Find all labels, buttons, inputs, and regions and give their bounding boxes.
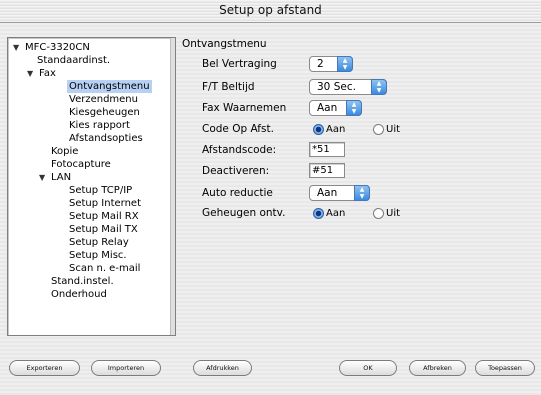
tree-item-label: Scan n. e-mail	[69, 263, 141, 274]
triangle-down-icon[interactable]: ▼	[39, 171, 45, 184]
tree-item-setup-misc[interactable]: Setup Misc.	[8, 249, 169, 262]
tree-item-setup-relay[interactable]: Setup Relay	[8, 236, 169, 249]
geheugen-ontv-uit-radio[interactable]	[373, 208, 384, 219]
ft-beltijd-popup[interactable]: 30 Sec. ▲ ▼	[309, 79, 387, 95]
up-down-arrows-icon: ▲ ▼	[346, 100, 362, 116]
tree-item-label: Kiesgeheugen	[69, 107, 140, 118]
import-button[interactable]: Importeren	[91, 360, 161, 376]
fax-waarnemen-label: Fax Waarnemen	[202, 102, 287, 114]
tree-item-label: Fotocapture	[51, 159, 111, 170]
section-title: Ontvangstmenu	[182, 38, 267, 50]
tree-item-scan-n-e-mail[interactable]: Scan n. e-mail	[8, 262, 169, 275]
ft-beltijd-value: 30 Sec.	[317, 81, 356, 93]
geheugen-ontv-aan-label: Aan	[326, 208, 346, 219]
code-op-afst-aan-radio[interactable]	[313, 124, 324, 135]
tree-item-label: MFC-3320CN	[25, 42, 90, 53]
geheugen-ontv-uit-label: Uit	[386, 208, 401, 219]
tree-item-label: Stand.instel.	[51, 276, 114, 287]
tree-item-label: Standaardinst.	[37, 55, 111, 66]
tree-item-label: Setup Internet	[69, 198, 141, 209]
tree-item-ontvangstmenu[interactable]: Ontvangstmenu	[8, 80, 169, 93]
fax-waarnemen-popup[interactable]: Aan ▲ ▼	[309, 100, 362, 116]
tree-item-onderhoud[interactable]: Onderhoud	[8, 288, 169, 301]
tree-item-label: Fax	[39, 68, 56, 79]
tree-item-stand-instel[interactable]: Stand.instel.	[8, 275, 169, 288]
print-button[interactable]: Afdrukken	[193, 360, 252, 376]
tree-item-label: Kies rapport	[69, 120, 130, 131]
code-op-afst-aan-label: Aan	[326, 124, 346, 135]
tree-item-label: Setup TCP/IP	[69, 185, 133, 196]
tree-item-kopie[interactable]: Kopie	[8, 145, 169, 158]
tree-item-setup-mail-rx[interactable]: Setup Mail RX	[8, 210, 169, 223]
tree-item-label: Setup Mail TX	[69, 224, 138, 235]
tree-scrollbar[interactable]	[170, 38, 175, 335]
tree-item-label: Setup Relay	[69, 237, 129, 248]
up-down-arrows-icon: ▲ ▼	[337, 56, 353, 72]
title-bar[interactable]: Setup op afstand	[0, 0, 541, 23]
triangle-down-icon[interactable]: ▼	[27, 67, 33, 80]
apply-button[interactable]: Toepassen	[475, 360, 535, 376]
afstandscode-input[interactable]	[312, 143, 346, 156]
afstandscode-field[interactable]	[309, 142, 346, 157]
auto-reductie-popup[interactable]: Aan ▲ ▼	[309, 185, 370, 201]
window-content: ▼ MFC-3320CN Standaardinst. ▼ Fax Ontvan…	[0, 23, 541, 395]
tree-item-label: Setup Mail RX	[69, 211, 139, 222]
deactiveren-field[interactable]	[309, 163, 346, 178]
settings-tree[interactable]: ▼ MFC-3320CN Standaardinst. ▼ Fax Ontvan…	[7, 37, 176, 336]
ft-beltijd-label: F/T Beltijd	[202, 81, 255, 93]
tree-item-setup-internet[interactable]: Setup Internet	[8, 197, 169, 210]
export-button[interactable]: Exporteren	[9, 360, 80, 376]
tree-item-label: Verzendmenu	[69, 94, 138, 105]
tree-item-label: Setup Misc.	[69, 250, 127, 261]
tree-item-kies-rapport[interactable]: Kies rapport	[8, 119, 169, 132]
bel-vertraging-value: 2	[317, 58, 324, 70]
tree-item-fotocapture[interactable]: Fotocapture	[8, 158, 169, 171]
code-op-afst-uit-radio[interactable]	[373, 124, 384, 135]
setup-window: Setup op afstand ▼ MFC-3320CN Standaardi…	[0, 0, 541, 395]
auto-reductie-label: Auto reductie	[202, 187, 273, 199]
tree-item-mfc-3320cn[interactable]: ▼ MFC-3320CN	[8, 41, 169, 54]
tree-item-label: Onderhoud	[51, 289, 107, 300]
auto-reductie-value: Aan	[317, 187, 338, 199]
up-down-arrows-icon: ▲ ▼	[371, 79, 387, 95]
tree-item-setup-mail-tx[interactable]: Setup Mail TX	[8, 223, 169, 236]
deactiveren-input[interactable]	[312, 164, 346, 177]
afstandscode-label: Afstandscode:	[202, 144, 277, 156]
tree-item-setup-tcpip[interactable]: Setup TCP/IP	[8, 184, 169, 197]
tree-item-fax[interactable]: ▼ Fax	[8, 67, 169, 80]
deactiveren-label: Deactiveren:	[202, 165, 270, 177]
tree-item-verzendmenu[interactable]: Verzendmenu	[8, 93, 169, 106]
tree-item-standaardinst[interactable]: Standaardinst.	[8, 54, 169, 67]
fax-waarnemen-value: Aan	[317, 102, 338, 114]
code-op-afst-label: Code Op Afst.	[202, 123, 274, 135]
geheugen-ontv-label: Geheugen ontv.	[202, 207, 286, 219]
bel-vertraging-popup[interactable]: 2 ▲ ▼	[309, 56, 353, 72]
tree-item-lan[interactable]: ▼ LAN	[8, 171, 169, 184]
tree-item-afstandsopties[interactable]: Afstandsopties	[8, 132, 169, 145]
tree-item-label: Ontvangstmenu	[67, 80, 152, 93]
window-title: Setup op afstand	[219, 3, 322, 17]
tree-item-label: Kopie	[51, 146, 79, 157]
code-op-afst-uit-label: Uit	[386, 124, 401, 135]
bel-vertraging-label: Bel Vertraging	[202, 58, 277, 70]
ok-button[interactable]: OK	[339, 360, 397, 376]
geheugen-ontv-aan-radio[interactable]	[313, 208, 324, 219]
cancel-button[interactable]: Afbreken	[409, 360, 466, 376]
triangle-down-icon[interactable]: ▼	[13, 41, 19, 54]
tree-item-label: LAN	[51, 172, 72, 183]
tree-item-kiesgeheugen[interactable]: Kiesgeheugen	[8, 106, 169, 119]
up-down-arrows-icon: ▲ ▼	[354, 185, 370, 201]
tree-item-label: Afstandsopties	[69, 133, 143, 144]
